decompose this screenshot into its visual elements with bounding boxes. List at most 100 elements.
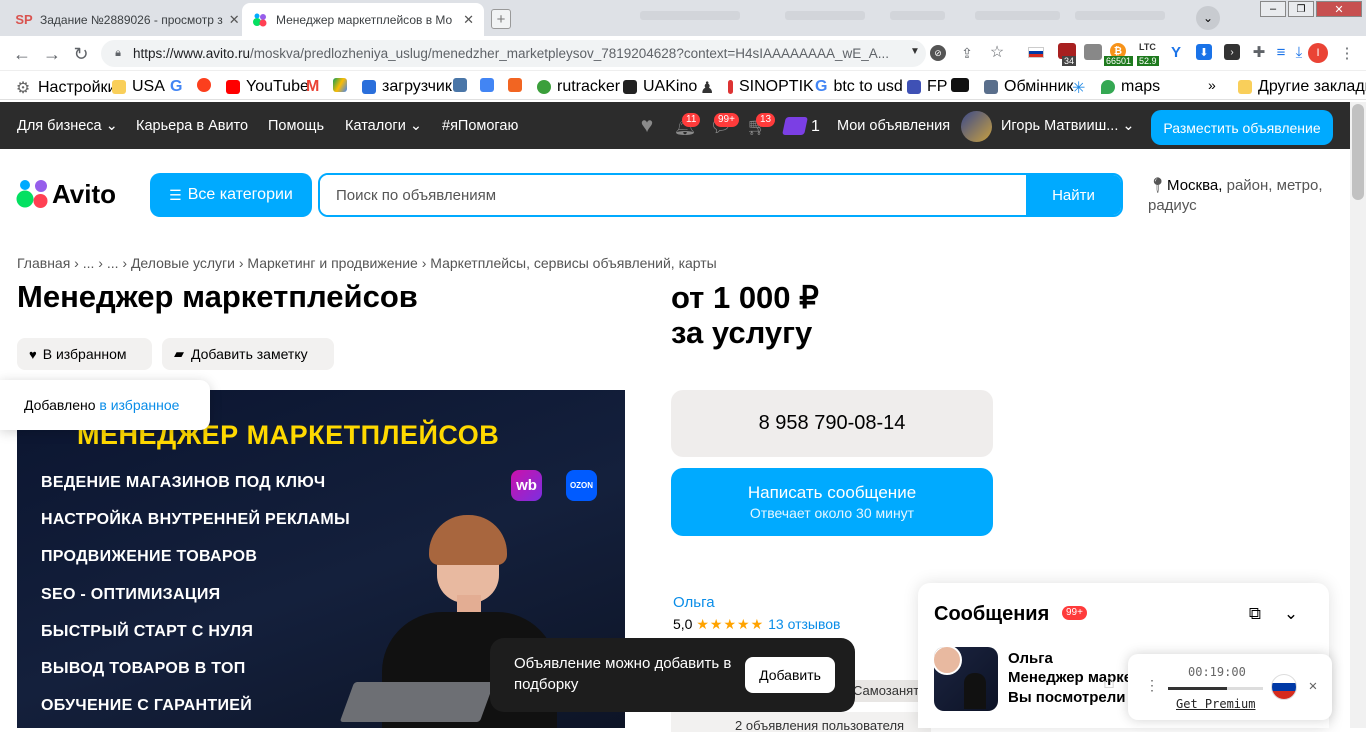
close-tab-icon[interactable]: ✕ <box>457 12 474 28</box>
checkmark-extension-icon[interactable]: Y <box>1168 44 1184 61</box>
background-tab[interactable] <box>785 11 865 20</box>
promo-ticket-icon[interactable] <box>782 117 808 135</box>
bookmark-exchange[interactable]: Обмінник <box>984 78 1073 96</box>
reload-icon[interactable]: ↻ <box>71 44 91 64</box>
new-tab-icon[interactable]: + <box>491 9 511 29</box>
nav-user[interactable]: Игорь Матвииш... ⌄ <box>1001 118 1135 134</box>
seller-name[interactable]: Ольга <box>673 594 715 611</box>
bookmark-star-icon[interactable]: ☆ <box>988 43 1006 61</box>
bookmark-drive[interactable] <box>333 78 353 92</box>
menu-kebab-icon[interactable]: ⋮ <box>1340 43 1355 63</box>
write-message-label: Написать сообщение <box>747 483 917 502</box>
all-categories-button[interactable]: ☰ Все категории <box>150 173 312 217</box>
close-icon[interactable]: ✕ <box>1306 678 1320 694</box>
forward-icon[interactable]: → <box>42 44 62 64</box>
breadcrumb[interactable]: Главная › ... › ... › Деловые услуги › М… <box>17 255 717 271</box>
russia-flag-icon[interactable] <box>1271 674 1297 700</box>
bookmark-usa[interactable]: USA <box>112 78 165 96</box>
bookmark-google[interactable]: G <box>170 78 182 96</box>
download-extension-icon[interactable]: ⬇ <box>1196 44 1212 60</box>
browser-tab-task[interactable]: SP Задание №2889026 - просмотр з ✕ <box>6 3 242 36</box>
place-ad-button[interactable]: Разместить объявление <box>1151 110 1333 145</box>
phone-number-button[interactable]: 8 958 790-08-14 <box>671 390 993 457</box>
favorites-heart-icon[interactable]: ♥ <box>636 114 658 137</box>
progress-track[interactable] <box>1168 687 1263 690</box>
play-extension-icon[interactable]: › <box>1224 44 1240 60</box>
nav-my-ads[interactable]: Мои объявления <box>837 118 950 134</box>
bookmark-maps[interactable]: maps <box>1101 78 1160 96</box>
reviews-link[interactable]: 13 отзывов <box>768 616 840 632</box>
tab-search-icon[interactable]: ⌄ <box>1196 6 1220 30</box>
bookmark-vk[interactable] <box>453 78 473 92</box>
bookmark-loader[interactable]: загрузчик <box>362 78 452 96</box>
nav-career[interactable]: Карьера в Авито <box>136 118 248 134</box>
tab-title: Задание №2889026 - просмотр з <box>40 12 223 27</box>
nav-ihelp[interactable]: #яПомогаю <box>442 118 518 134</box>
bookmark-rutracker[interactable]: rutracker <box>537 78 620 96</box>
background-tab[interactable] <box>640 11 740 20</box>
search-input[interactable] <box>320 175 1028 215</box>
briefcase-extension-icon[interactable] <box>1084 44 1102 60</box>
get-premium-link[interactable]: Get Premium <box>1176 697 1255 711</box>
maximize-icon[interactable]: ❐ <box>1288 1 1314 17</box>
puzzle-extensions-icon[interactable]: ✚ <box>1250 43 1268 61</box>
downloads-icon[interactable]: ⤓ <box>1290 43 1308 61</box>
widget-menu-icon[interactable]: ⋮ <box>1145 678 1159 694</box>
url-dropdown-icon[interactable]: ▼ <box>910 46 920 57</box>
bookmark-settings[interactable]: ⚙ Настройки <box>16 78 117 98</box>
bookmark-bc[interactable] <box>951 78 975 92</box>
blocked-popup-icon[interactable]: ⊘ <box>930 45 946 61</box>
user-avatar[interactable] <box>961 111 992 142</box>
scrollbar-thumb[interactable] <box>1352 104 1364 200</box>
lock-icon[interactable]: 🔒︎ <box>111 46 125 60</box>
favorites-link[interactable]: в избранное <box>99 397 179 413</box>
nav-help[interactable]: Помощь <box>268 118 324 134</box>
other-ads-link[interactable]: 2 объявления пользователя <box>671 712 931 732</box>
chat-name[interactable]: Ольга <box>1008 650 1053 667</box>
bookmark-f[interactable] <box>508 78 528 92</box>
other-bookmarks[interactable]: Другие закладки <box>1238 78 1366 96</box>
bookmark-youtube[interactable]: YouTube <box>226 78 309 96</box>
location-selector[interactable]: 📍︎Москва, район, метро, радиус <box>1148 176 1333 216</box>
bookmark-yandex[interactable] <box>197 78 217 92</box>
nav-business[interactable]: Для бизнеса ⌄ <box>17 118 118 134</box>
avito-logo-text[interactable]: Avito <box>52 179 116 210</box>
background-tab[interactable] <box>975 11 1060 20</box>
background-tab[interactable] <box>890 11 945 20</box>
browser-tab-avito[interactable]: Менеджер маркетплейсов в Мо ✕ <box>242 3 484 36</box>
minimize-icon[interactable]: – <box>1260 1 1286 17</box>
bookmark-translate[interactable] <box>480 78 500 92</box>
chat-avatar <box>934 647 962 675</box>
bookmark-gmail[interactable]: M <box>306 78 319 96</box>
bookmark-btc-to-usd[interactable]: Gbtc to usd <box>815 78 903 96</box>
open-external-icon[interactable]: ⧉ <box>1244 603 1266 625</box>
chat-thumbnail[interactable] <box>934 647 998 711</box>
avito-logo-icon[interactable] <box>16 178 50 210</box>
bookmark-kyivstar[interactable]: ✳ <box>1072 78 1085 98</box>
back-icon[interactable]: ← <box>12 44 32 64</box>
bookmark-fp[interactable]: FP <box>907 78 947 96</box>
bookmark-sinoptik[interactable]: SINOPTIK <box>728 78 814 96</box>
window-close-icon[interactable]: ✕ <box>1316 1 1362 17</box>
background-tab[interactable] <box>1075 11 1165 20</box>
google-icon: G <box>815 78 828 95</box>
list-icon[interactable]: ≡ <box>1272 43 1290 61</box>
ltc-price: 52.9 <box>1137 56 1159 66</box>
share-icon[interactable]: ⇪ <box>958 44 976 62</box>
translate-icon <box>480 78 494 92</box>
favorite-button[interactable]: ♥ В избранном <box>17 338 152 370</box>
address-bar[interactable]: https://www.avito.ru/moskva/predlozheniy… <box>101 40 926 67</box>
add-to-collection-button[interactable]: Добавить <box>745 657 835 693</box>
add-note-button[interactable]: ▰ Добавить заметку <box>162 338 334 370</box>
profile-avatar[interactable]: I <box>1308 43 1328 63</box>
close-tab-icon[interactable]: ✕ <box>223 12 240 28</box>
write-message-button[interactable]: Написать сообщение Отвечает около 30 мин… <box>671 468 993 536</box>
russia-flag-extension-icon[interactable] <box>1028 47 1044 58</box>
bookmarks-more[interactable]: » <box>1208 77 1216 93</box>
bookmark-uakino[interactable]: UAKino <box>623 78 697 96</box>
bookmark-person[interactable]: ♟ <box>700 78 714 98</box>
collapse-chevron-icon[interactable]: ⌄ <box>1280 603 1302 625</box>
find-button[interactable]: Найти <box>1026 175 1121 215</box>
nav-catalogs[interactable]: Каталоги ⌄ <box>345 118 422 134</box>
price: от 1 000 ₽ за услугу <box>671 280 819 350</box>
